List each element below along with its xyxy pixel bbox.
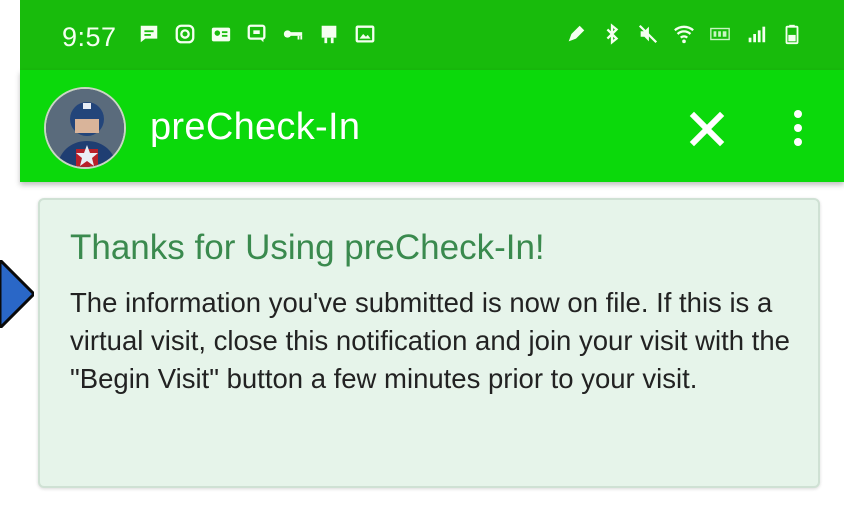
status-time: 9:57 (62, 22, 117, 52)
close-button[interactable] (683, 105, 731, 153)
image-icon (355, 25, 375, 43)
sim-icon (321, 25, 337, 44)
mute-icon (638, 24, 658, 44)
app-bar: preCheck-In (20, 70, 844, 182)
lte-icon (710, 27, 730, 41)
key-icon (283, 30, 303, 40)
menu-dot (794, 110, 802, 118)
system-icons (565, 22, 803, 46)
instagram-icon (175, 24, 195, 44)
notification-card: Thanks for Using preCheck-In! The inform… (38, 198, 820, 488)
battery-icon (785, 24, 799, 45)
close-icon (689, 111, 725, 147)
menu-dot (794, 124, 802, 132)
status-bar: 9:57 (20, 0, 844, 70)
signal-icon (748, 26, 766, 43)
overflow-menu-button[interactable] (786, 103, 810, 153)
notification-title: Thanks for Using preCheck-In! (70, 228, 545, 267)
notification-body: The information you've submitted is now … (70, 287, 790, 394)
contact-card-icon (211, 27, 231, 42)
message-icon (140, 25, 158, 43)
app-title: preCheck-In (150, 106, 361, 148)
bluetooth-icon (606, 23, 619, 45)
wifi-icon (674, 25, 694, 44)
pointer-arrow-icon (0, 260, 34, 328)
notification-icons (138, 22, 376, 46)
stylus-icon (568, 25, 585, 42)
app-screen: 9:57 preCheck-In Thanks for Using preChe… (0, 0, 844, 514)
menu-dot (794, 138, 802, 146)
chat-icon (247, 24, 266, 43)
user-avatar[interactable] (44, 87, 126, 169)
